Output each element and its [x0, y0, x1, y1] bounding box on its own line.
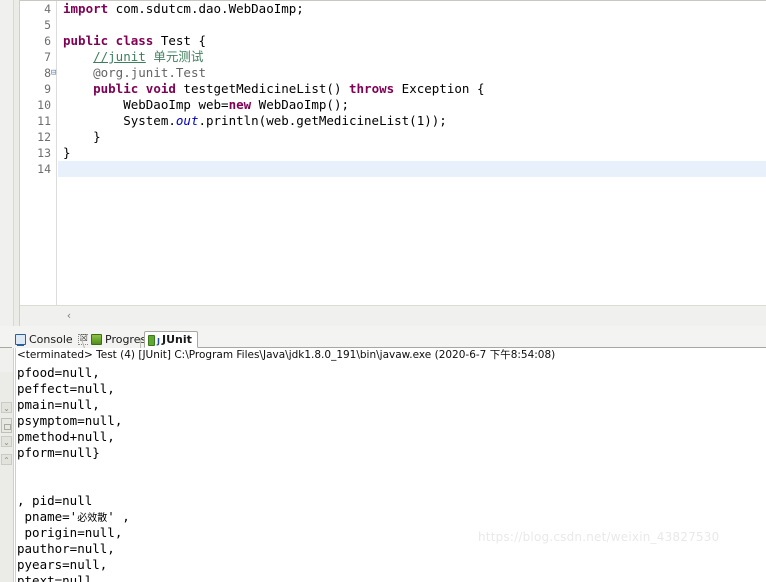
- code-token-kw: throws: [349, 81, 395, 96]
- code-token-plain: }: [63, 145, 71, 160]
- scroll-collapse-arrow-icon[interactable]: ⌄: [1, 436, 12, 447]
- editor-panel: 4 5 6 7 8 ⊟ 9 10 11 12 13 14 import com.sdutcm.dao.…: [20, 0, 766, 326]
- progress-icon: [91, 334, 102, 345]
- code-token-plain: }: [63, 129, 101, 144]
- code-line[interactable]: //junit 单元测试: [58, 49, 766, 65]
- line-number: 4: [44, 2, 51, 16]
- code-token-plain: Exception {: [394, 81, 485, 96]
- eclipse-ide-window: 4 5 6 7 8 ⊟ 9 10 11 12 13 14 import com.sdutcm.dao.…: [0, 0, 766, 582]
- console-output-line: ptext=null,: [17, 573, 100, 582]
- line-number: 11: [37, 114, 51, 128]
- line-number-empty: [20, 209, 56, 225]
- console-view: ⌄ ⌄ ⌃ <terminated> Test (4) [JUnit] C:\P…: [0, 348, 766, 582]
- line-number-empty: [20, 177, 56, 193]
- console-output-line: psymptom=null,: [17, 413, 123, 428]
- junit-icon: [148, 333, 160, 350]
- code-text[interactable]: import com.sdutcm.dao.WebDaoImp; public …: [58, 1, 766, 306]
- line-number: 8 ⊟: [44, 66, 57, 80]
- console-output-line: pauthor=null,: [17, 541, 115, 556]
- line-number-empty: [20, 289, 56, 305]
- code-token-kw: public class: [63, 33, 154, 48]
- code-line[interactable]: @org.junit.Test: [58, 65, 766, 81]
- process-status-line: <terminated> Test (4) [JUnit] C:\Program…: [17, 349, 556, 361]
- code-line[interactable]: [58, 161, 766, 177]
- code-token-kw: public void: [93, 81, 176, 96]
- console-output-line: pyears=null,: [17, 557, 108, 572]
- console-output-line: , pid=null: [17, 493, 93, 508]
- line-number: 7: [44, 50, 51, 64]
- code-token-plain: com.sdutcm.dao.WebDaoImp;: [108, 1, 304, 16]
- bottom-view-stack: Console ☒ Progress JUnit ⌄ ⌄ ⌃: [0, 326, 766, 582]
- line-number: 6: [44, 34, 51, 48]
- line-number: 9: [44, 82, 51, 96]
- code-line[interactable]: import com.sdutcm.dao.WebDaoImp;: [58, 1, 766, 17]
- code-line[interactable]: }: [58, 145, 766, 161]
- code-token-plain: System.: [63, 113, 176, 128]
- console-output-line: pform=null}: [17, 445, 100, 460]
- code-line[interactable]: public void testgetMedicineList() throws…: [58, 81, 766, 97]
- code-comment-cjk: 单元测试: [145, 49, 204, 64]
- tab-console-label: Console: [29, 333, 73, 346]
- code-line[interactable]: }: [58, 129, 766, 145]
- line-number: 12: [37, 130, 51, 144]
- scroll-up-arrow-icon[interactable]: ⌃: [1, 454, 12, 465]
- console-left-rail: ⌄ ⌄ ⌃: [0, 348, 13, 582]
- editor-horizontal-scrollbar[interactable]: ‹: [20, 305, 766, 326]
- code-token-plain: WebDaoImp web=: [63, 97, 229, 112]
- scroll-left-arrow-icon[interactable]: ‹: [62, 309, 76, 323]
- code-view[interactable]: 4 5 6 7 8 ⊟ 9 10 11 12 13 14 import com.sdutcm.dao.…: [20, 1, 766, 306]
- line-number-empty: [20, 241, 56, 257]
- view-tab-bar: Console ☒ Progress JUnit: [0, 331, 766, 351]
- code-token-plain: testgetMedicineList(): [175, 81, 349, 96]
- console-output-line: pfood=null,: [17, 365, 100, 380]
- scroll-down-arrow-icon[interactable]: ⌄: [1, 402, 12, 413]
- console-output[interactable]: pfood=null, peffect=null, pmain=null, psymp…: [17, 365, 762, 582]
- line-number: 14: [37, 162, 51, 176]
- line-number: 5: [44, 18, 51, 32]
- code-token-ann: @org.junit.Test: [93, 65, 206, 80]
- code-line[interactable]: public class Test {: [58, 33, 766, 49]
- code-token-plain: Test {: [153, 33, 206, 48]
- console-output-line: pmethod+null,: [17, 429, 115, 444]
- console-divider: [13, 348, 14, 582]
- line-number: 13: [37, 146, 51, 160]
- console-output-line: pname='必效散' ,: [17, 509, 130, 524]
- editor-area: 4 5 6 7 8 ⊟ 9 10 11 12 13 14 import com.sdutcm.dao.…: [0, 0, 766, 326]
- console-output-line: pmain=null,: [17, 397, 100, 412]
- line-number-empty: [20, 273, 56, 289]
- code-token-plain: .println(web.getMedicineList(1));: [198, 113, 447, 128]
- line-number-gutter: 4 5 6 7 8 ⊟ 9 10 11 12 13 14: [20, 1, 57, 306]
- code-comment: //junit: [93, 49, 146, 64]
- code-token-kw: import: [63, 1, 109, 16]
- scrollbar-thumb[interactable]: [1, 418, 12, 433]
- line-number-empty: [20, 193, 56, 209]
- code-token-kw: new: [228, 97, 252, 112]
- line-number: 10: [37, 98, 51, 112]
- line-number-empty: [20, 225, 56, 241]
- editor-left-rail: [0, 0, 14, 326]
- console-output-line: peffect=null,: [17, 381, 115, 396]
- code-line[interactable]: [58, 17, 766, 33]
- tab-junit-label: JUnit: [162, 333, 192, 346]
- fold-marker-icon[interactable]: ⊟: [51, 69, 56, 78]
- code-line[interactable]: System.out.println(web.getMedicineList(1…: [58, 113, 766, 129]
- line-number-empty: [20, 257, 56, 273]
- console-divider-inner: [15, 348, 16, 582]
- console-icon: [15, 334, 26, 346]
- code-line[interactable]: WebDaoImp web=new WebDaoImp();: [58, 97, 766, 113]
- console-output-line: porigin=null,: [17, 525, 123, 540]
- tab-junit[interactable]: JUnit: [144, 331, 198, 350]
- code-token-plain: WebDaoImp();: [251, 97, 349, 112]
- code-token-fld: out: [175, 113, 199, 128]
- console-vertical-scrollbar[interactable]: ⌄ ⌄ ⌃: [0, 372, 13, 582]
